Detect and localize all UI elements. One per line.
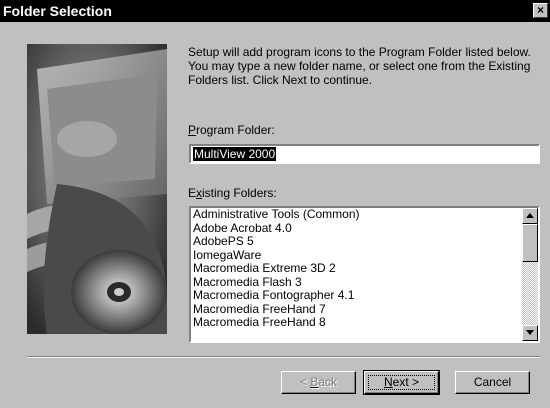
focus-rect: [368, 375, 435, 390]
folder-list-item[interactable]: AdobePS 5: [193, 235, 518, 249]
window-title: Folder Selection: [3, 3, 112, 19]
folder-list-item[interactable]: Macromedia FreeHand 7: [193, 302, 518, 317]
folder-list-item[interactable]: Macromedia Extreme 3D 2: [193, 262, 518, 276]
folder-selection-dialog: Folder Selection × Setup will add progra…: [0, 0, 550, 408]
scroll-down-button[interactable]: [522, 325, 538, 341]
illustration-graphic: [27, 44, 167, 334]
list-scrollbar[interactable]: [522, 208, 538, 341]
close-button[interactable]: ×: [533, 3, 548, 18]
program-folder-value[interactable]: MultiView 2000: [193, 147, 277, 161]
folder-list-item[interactable]: Macromedia FreeHand 8: [193, 316, 518, 330]
folder-list-item[interactable]: Adobe Acrobat 4.0: [193, 221, 518, 236]
folder-list-item[interactable]: Administrative Tools (Common): [193, 208, 518, 222]
folder-list-item[interactable]: Macromedia Flash 3: [193, 275, 518, 290]
cancel-button[interactable]: Cancel: [455, 371, 530, 394]
close-icon: ×: [536, 3, 544, 17]
scroll-up-arrow-icon: [526, 213, 534, 218]
existing-folders-label: Existing Folders:: [188, 186, 277, 200]
intro-text: Setup will add program icons to the Prog…: [188, 45, 531, 87]
folder-list-item[interactable]: IomegaWare: [193, 248, 518, 263]
folder-items: Administrative Tools (Common) Adobe Acrob…: [193, 208, 518, 330]
scroll-up-button[interactable]: [522, 208, 538, 224]
program-folder-input[interactable]: MultiView 2000: [189, 144, 540, 164]
title-bar[interactable]: Folder Selection ×: [0, 0, 550, 22]
separator: [27, 356, 540, 358]
next-button[interactable]: Next >: [363, 370, 440, 395]
program-folder-label: Program Folder:: [188, 123, 275, 137]
scroll-down-arrow-icon: [526, 330, 534, 335]
setup-illustration: [27, 44, 167, 334]
existing-folders-list[interactable]: Administrative Tools (Common) Adobe Acrob…: [189, 206, 540, 343]
folder-list-item[interactable]: Macromedia Fontographer 4.1: [193, 289, 518, 303]
back-button[interactable]: < Back: [281, 371, 356, 394]
scroll-thumb[interactable]: [522, 224, 538, 262]
